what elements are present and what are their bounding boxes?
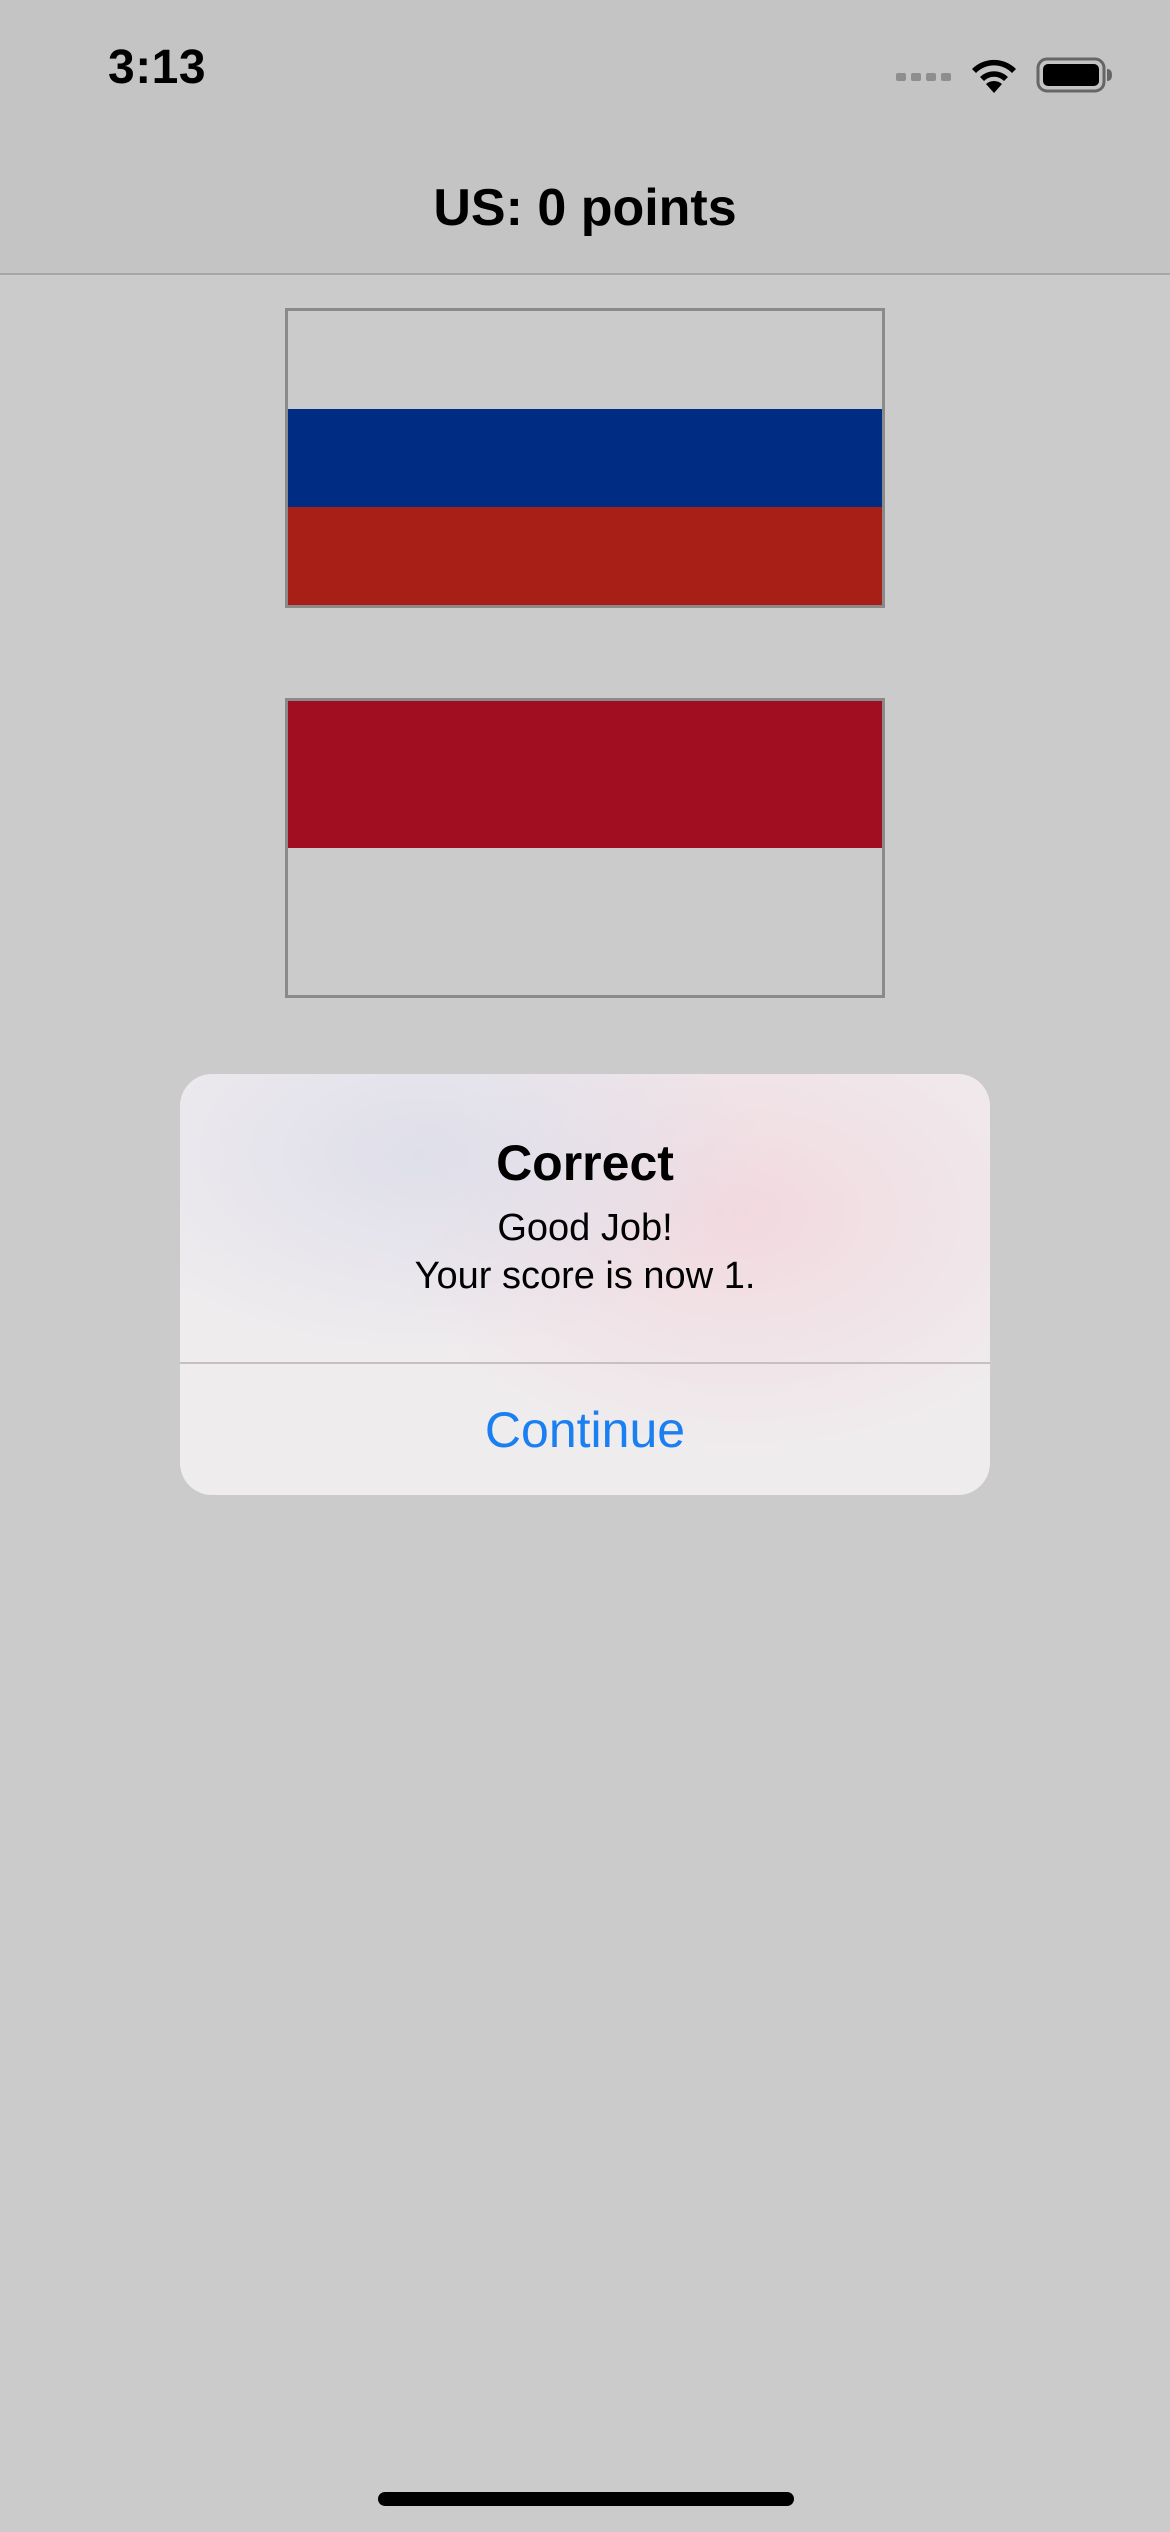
flag-stripe-red [288,701,882,848]
flag-stripe-blue [288,408,882,507]
flag-stripe-white [288,311,882,409]
alert-message-line-1: Good Job! [497,1207,673,1249]
flag-stripe-white [288,848,882,995]
status-time: 3:13 [108,41,207,94]
alert-title: Correct [496,1135,674,1191]
flag-button-1[interactable] [285,308,885,608]
status-icons [896,50,1114,100]
home-indicator[interactable] [378,2492,794,2506]
signal-icon [896,65,952,85]
status-bar: 3:13 [0,0,1170,140]
page-title: US: 0 points [433,179,737,237]
navigation-bar: US: 0 points [0,140,1170,275]
continue-button[interactable]: Continue [180,1364,990,1495]
flag-button-2[interactable] [285,698,885,998]
flag-stripe-red [288,507,882,605]
battery-icon [1036,57,1112,93]
alert-message: Good Job! Your score is now 1. [180,1204,990,1300]
wifi-icon [972,59,1016,93]
alert-dialog: Correct Good Job! Your score is now 1. C… [180,1074,990,1495]
alert-message-line-2: Your score is now 1. [414,1255,756,1297]
